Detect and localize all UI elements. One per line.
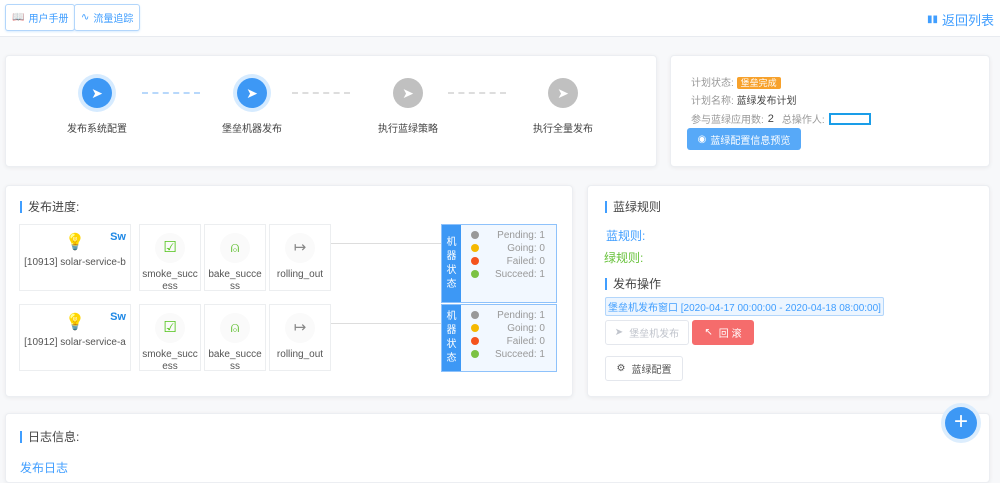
step-3: ➤ 执行蓝绿策略 (348, 78, 468, 135)
pulse-icon: ∿ (81, 12, 90, 23)
bell-icon: ⍝ (220, 233, 250, 263)
paper-plane-icon: ➤ (548, 78, 578, 108)
sw-badge: Sw (110, 311, 126, 323)
status-dot-icon (471, 270, 479, 278)
top-toolbar: 📖 用户手册 ∿ 流量追踪 ▮▮ 返回列表 (0, 0, 1000, 37)
rules-card: 蓝绿规则 蓝规则: 绿规则: 发布操作 堡垒机发布窗口 [2020-04-17 … (587, 185, 990, 397)
stage-label: bake_success (208, 269, 262, 292)
service-cell[interactable]: Sw 💡 [10912] solar-service-a (19, 304, 131, 371)
bell-icon: ⍝ (220, 313, 250, 343)
progress-title: 发布进度: (20, 201, 79, 213)
step-4: ➤ 执行全量发布 (503, 78, 623, 135)
stage-label: rolling_out (276, 269, 324, 280)
monitor-check-icon: ☑ (155, 233, 185, 263)
plan-info-card: 计划状态: 堡垒完成 计划名称: 蓝绿发布计划 参与蓝绿应用数: 2 总操作人: ◉… (670, 55, 990, 167)
status-dot-icon (471, 231, 479, 239)
plan-status: 计划状态: 堡垒完成 (691, 74, 781, 89)
status-pending: Pending: 1 (471, 229, 545, 242)
green-rule: 绿规则: (604, 251, 644, 265)
step-connector (448, 92, 506, 94)
machine-status-label: 机器状态 (442, 225, 461, 302)
exit-arrow-icon: ↦ (285, 313, 315, 343)
status-dot-icon (471, 337, 479, 345)
stage-label: smoke_success (142, 349, 198, 372)
stage-cell[interactable]: ☑ smoke_success (139, 224, 201, 292)
rollback-button[interactable]: ↖ 回 滚 (692, 320, 754, 345)
status-dot-icon (471, 350, 479, 358)
bastion-deploy-button[interactable]: ➤ 堡垒机发布 (605, 320, 689, 345)
status-pending: Pending: 1 (471, 309, 545, 322)
paper-plane-icon: ➤ (237, 78, 267, 108)
stage-label: smoke_success (142, 269, 198, 292)
stage-cell[interactable]: ☑ smoke_success (139, 304, 201, 372)
stage-cell[interactable]: ⍝ bake_success (204, 304, 266, 372)
step-connector (292, 92, 350, 94)
release-log-link[interactable]: 发布日志 (20, 459, 68, 476)
status-badge: 堡垒完成 (736, 77, 781, 89)
paper-plane-icon: ➤ (614, 327, 624, 338)
user-manual-button[interactable]: 📖 用户手册 (5, 4, 76, 31)
status-dot-icon (471, 257, 479, 265)
operator-field (828, 112, 871, 125)
paper-plane-icon: ➤ (82, 78, 112, 108)
status-succeed: Succeed: 1 (471, 268, 545, 281)
status-going: Going: 0 (471, 322, 545, 335)
sw-badge: Sw (110, 231, 126, 243)
bluegreen-config-button[interactable]: ⚙ 蓝绿配置 (605, 356, 683, 381)
plus-icon: + (953, 408, 968, 435)
book-icon: 📖 (12, 12, 25, 23)
rules-title: 蓝绿规则 (605, 201, 661, 213)
back-to-list-link[interactable]: ▮▮ 返回列表 (927, 10, 994, 29)
traffic-trace-button[interactable]: ∿ 流量追踪 (74, 4, 141, 31)
release-window-tag: 堡垒机发布窗口 [2020-04-17 00:00:00 - 2020-04-1… (605, 297, 884, 316)
bar-chart-icon: ▮▮ (926, 14, 938, 25)
status-failed: Failed: 0 (471, 335, 545, 348)
gear-icon: ⚙ (616, 363, 626, 374)
status-dot-icon (471, 324, 479, 332)
add-fab-button[interactable]: + (945, 407, 977, 439)
status-dot-icon (471, 311, 479, 319)
status-succeed: Succeed: 1 (471, 348, 545, 361)
service-name: [10912] solar-service-a (24, 337, 126, 348)
status-failed: Failed: 0 (471, 255, 545, 268)
machine-status-box: 机器状态 Pending: 1 Going: 0 Failed: 0 Succeed: … (441, 224, 557, 303)
arrow-up-left-icon: ↖ (704, 327, 713, 338)
service-cell[interactable]: Sw 💡 [10913] solar-service-b (19, 224, 131, 291)
plan-name: 计划名称: 蓝绿发布计划 (691, 96, 797, 107)
status-dot-icon (471, 244, 479, 252)
stage-label: bake_success (208, 349, 262, 372)
service-name: [10913] solar-service-b (24, 257, 126, 268)
config-preview-button[interactable]: ◉ 蓝绿配置信息预览 (687, 128, 801, 150)
exit-arrow-icon: ↦ (285, 233, 315, 263)
machine-status-label: 机器状态 (442, 305, 461, 371)
plan-apps: 参与蓝绿应用数: 2 总操作人: (691, 111, 871, 126)
stage-label: rolling_out (276, 349, 324, 360)
stage-cell[interactable]: ↦ rolling_out (269, 304, 331, 371)
connector-line (331, 243, 441, 244)
step-1: ➤ 发布系统配置 (37, 78, 157, 135)
blue-rule: 蓝规则: (606, 229, 646, 243)
machine-status-box: 机器状态 Pending: 1 Going: 0 Failed: 0 Succeed: … (441, 304, 557, 372)
paper-plane-icon: ➤ (393, 78, 423, 108)
connector-line (331, 323, 441, 324)
stage-cell[interactable]: ↦ rolling_out (269, 224, 331, 291)
step-2: ➤ 堡垒机器发布 (192, 78, 312, 135)
log-card: 日志信息: 发布日志 (5, 413, 990, 483)
ops-title: 发布操作 (605, 278, 661, 290)
eye-icon: ◉ (697, 133, 707, 145)
status-going: Going: 0 (471, 242, 545, 255)
log-title: 日志信息: (20, 431, 79, 443)
stage-cell[interactable]: ⍝ bake_success (204, 224, 266, 292)
monitor-check-icon: ☑ (155, 313, 185, 343)
